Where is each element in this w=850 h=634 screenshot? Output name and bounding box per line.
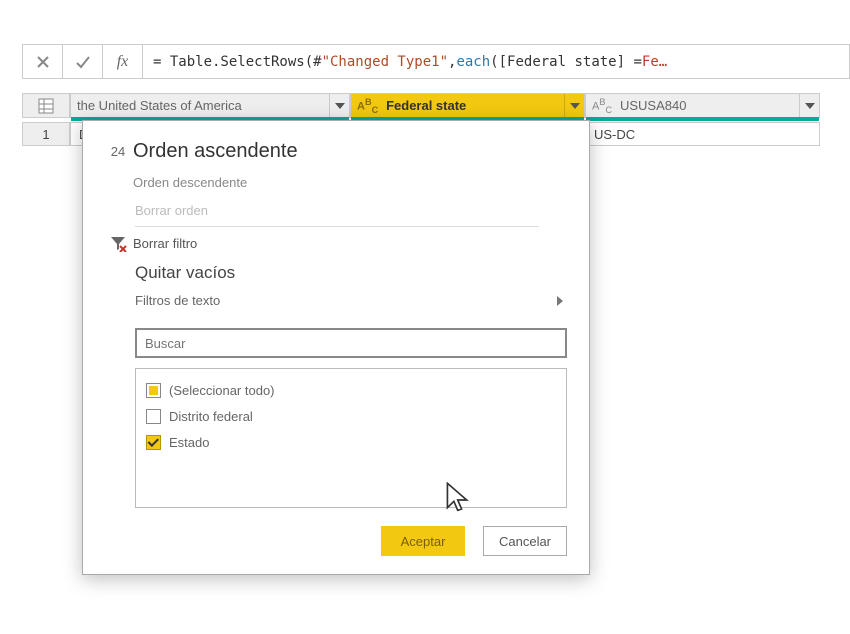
row-number[interactable]: 1 (22, 122, 70, 146)
type-text-icon: ABC (351, 97, 380, 115)
sort-desc-label: Orden descendente (133, 175, 569, 190)
text-filters-item[interactable]: Filtros de texto (135, 287, 589, 314)
text-filters-label: Filtros de texto (135, 293, 220, 308)
clear-sort-label: Borrar orden (135, 203, 569, 218)
chevron-down-icon (570, 103, 580, 109)
column-header-3[interactable]: ABC USUSA840 (585, 93, 820, 118)
cell-r1-c3[interactable]: US-DC (585, 122, 820, 146)
formula-string: "Changed Type1" (322, 54, 448, 70)
column-1-filter-button[interactable] (329, 94, 349, 117)
filter-search-box[interactable] (135, 328, 567, 358)
column-1-label: the United States of America (71, 98, 329, 113)
type-text-icon: ABC (586, 97, 614, 115)
column-2-label: Federal state (380, 98, 564, 113)
clear-filter-item[interactable]: Borrar filtro (83, 229, 589, 257)
chevron-down-icon (805, 103, 815, 109)
sort-asc-label: Orden ascendente (133, 140, 569, 163)
select-all-item[interactable]: (Seleccionar todo) (146, 377, 556, 403)
remove-empty-item[interactable]: Quitar vacíos (135, 257, 589, 287)
fx-button[interactable]: fx (103, 45, 143, 78)
divider (135, 226, 539, 227)
table-select-button[interactable] (22, 93, 70, 118)
column-header-1[interactable]: the United States of America (70, 93, 350, 118)
column-3-filter-button[interactable] (799, 94, 819, 117)
estado-item[interactable]: Estado (146, 429, 556, 455)
formula-text[interactable]: = Table.SelectRows(# "Changed Type1" , e… (143, 45, 849, 78)
clear-filter-label: Borrar filtro (133, 236, 569, 251)
cancel-formula-button[interactable] (23, 45, 63, 78)
commit-formula-button[interactable] (63, 45, 103, 78)
chevron-right-icon (557, 296, 563, 306)
formula-bar: fx = Table.SelectRows(# "Changed Type1" … (22, 44, 850, 79)
close-icon (35, 54, 51, 70)
distrito-federal-item[interactable]: Distrito federal (146, 403, 556, 429)
formula-tail: ([Federal state] = (490, 54, 642, 70)
ok-label: Aceptar (401, 534, 446, 549)
clear-sort-item: Borrar orden (83, 196, 589, 224)
ok-button[interactable]: Aceptar (381, 526, 465, 556)
formula-truncated: Fe… (642, 54, 667, 70)
column-3-quality-bar (586, 117, 819, 121)
checkbox-indeterminate[interactable] (146, 383, 161, 398)
column-3-label: USUSA840 (614, 98, 799, 113)
check-icon (75, 54, 91, 70)
distrito-label: Distrito federal (169, 409, 253, 424)
filter-values-list: (Seleccionar todo) Distrito federal Esta… (135, 368, 567, 508)
cancel-button[interactable]: Cancelar (483, 526, 567, 556)
cell-r1-c3-text: US-DC (594, 127, 635, 142)
column-2-filter-button[interactable] (564, 94, 584, 117)
search-input[interactable] (137, 330, 565, 356)
chevron-down-icon (335, 103, 345, 109)
header-row: the United States of America ABC Federal… (22, 93, 830, 118)
table-icon (38, 98, 54, 114)
formula-keyword: each (456, 54, 490, 70)
clear-filter-icon (103, 234, 133, 252)
column-header-2[interactable]: ABC Federal state (350, 93, 585, 118)
cancel-label: Cancelar (499, 534, 551, 549)
checkbox-unchecked[interactable] (146, 409, 161, 424)
dropdown-buttons: Aceptar Cancelar (83, 518, 589, 560)
filter-dropdown: 24 Orden ascendente Orden descendente Bo… (82, 120, 590, 575)
sort-ascending-item[interactable]: 24 Orden ascendente (83, 135, 589, 168)
formula-mid: , (448, 54, 456, 70)
sort-descending-item[interactable]: Orden descendente (83, 168, 589, 196)
estado-label: Estado (169, 435, 209, 450)
formula-prefix: = Table.SelectRows(# (153, 54, 322, 70)
checkbox-checked[interactable] (146, 435, 161, 450)
select-all-label: (Seleccionar todo) (169, 383, 275, 398)
sort-asc-badge: 24 (103, 144, 133, 159)
